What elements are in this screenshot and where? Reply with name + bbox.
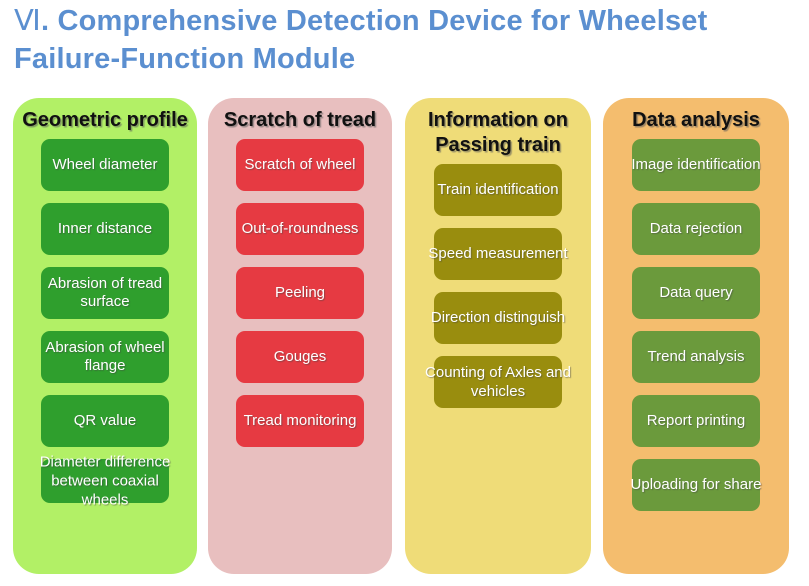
module-columns: Geometric profile Wheel diameter Inner d… (0, 98, 809, 576)
column-data-analysis: Data analysis Image identification Data … (603, 98, 789, 574)
item-label: Inner distance (57, 220, 153, 237)
section-numeral: Ⅵ (14, 5, 41, 37)
column-header: Geometric profile (22, 109, 188, 131)
item-label: Gouges (273, 348, 327, 365)
item-label: Abrasion of tread surface (47, 275, 163, 310)
item-speed-measurement[interactable]: Speed measurement (428, 228, 568, 280)
item-gouges[interactable]: Gouges (236, 331, 364, 383)
item-tread-monitoring[interactable]: Tread monitoring (236, 395, 364, 447)
item-label: Abrasion of wheel flange (45, 339, 165, 374)
item-direction-distinguish[interactable]: Direction distinguish (431, 292, 565, 344)
item-label: Tread monitoring (243, 412, 357, 429)
item-report-printing[interactable]: Report printing (632, 395, 760, 447)
item-label: Image identification (631, 156, 761, 173)
item-label: Train identification (437, 181, 559, 198)
item-label: Scratch of wheel (244, 156, 356, 173)
item-label: Data rejection (649, 220, 743, 237)
item-label: QR value (73, 412, 137, 429)
item-label: Uploading for share (630, 476, 762, 493)
column-header: Scratch of tread (223, 109, 377, 131)
item-label: Wheel diameter (52, 156, 158, 173)
item-scratch-of-wheel[interactable]: Scratch of wheel (236, 139, 364, 191)
column-items: Scratch of wheel Out-of-roundness Peelin… (208, 139, 392, 459)
item-label: Peeling (274, 284, 326, 301)
item-out-of-roundness[interactable]: Out-of-roundness (236, 203, 364, 255)
page-title-text: . Comprehensive Detection Device for Whe… (14, 5, 708, 75)
column-header: Data analysis (632, 109, 760, 131)
item-label: Speed measurement (428, 245, 568, 262)
item-abrasion-of-wheel-flange[interactable]: Abrasion of wheel flange (41, 331, 169, 383)
column-items: Train identification Speed measurement D… (405, 164, 591, 420)
item-qr-value[interactable]: QR value (41, 395, 169, 447)
item-data-query[interactable]: Data query (632, 267, 760, 319)
item-label: Diameter difference between coaxial whee… (39, 453, 171, 509)
item-label: Report printing (646, 412, 746, 429)
item-train-identification[interactable]: Train identification (434, 164, 562, 216)
item-image-identification[interactable]: Image identification (631, 139, 761, 191)
item-wheel-diameter[interactable]: Wheel diameter (41, 139, 169, 191)
item-label: Trend analysis (647, 348, 745, 365)
item-label: Counting of Axles and vehicles (425, 364, 571, 400)
item-uploading-for-share[interactable]: Uploading for share (631, 459, 761, 511)
column-scratch-of-tread: Scratch of tread Scratch of wheel Out-of… (208, 98, 392, 574)
item-label: Out-of-roundness (241, 220, 359, 237)
item-inner-distance[interactable]: Inner distance (41, 203, 169, 255)
column-geometric-profile: Geometric profile Wheel diameter Inner d… (13, 98, 197, 574)
page-title: Ⅵ. Comprehensive Detection Device for Wh… (14, 2, 714, 78)
item-diameter-difference-between-coaxial-wheels[interactable]: Diameter difference between coaxial whee… (40, 454, 171, 509)
item-counting-of-axles-and-vehicles[interactable]: Counting of Axles and vehicles (425, 356, 571, 408)
column-header: Information on Passing train (428, 109, 568, 156)
item-data-rejection[interactable]: Data rejection (632, 203, 760, 255)
column-items: Wheel diameter Inner distance Abrasion o… (13, 139, 197, 515)
item-peeling[interactable]: Peeling (236, 267, 364, 319)
item-abrasion-of-tread-surface[interactable]: Abrasion of tread surface (41, 267, 169, 319)
column-items: Image identification Data rejection Data… (603, 139, 789, 523)
item-label: Direction distinguish (430, 309, 566, 326)
item-label: Data query (659, 284, 733, 301)
item-trend-analysis[interactable]: Trend analysis (632, 331, 760, 383)
column-information-on-passing-train: Information on Passing train Train ident… (405, 98, 591, 574)
